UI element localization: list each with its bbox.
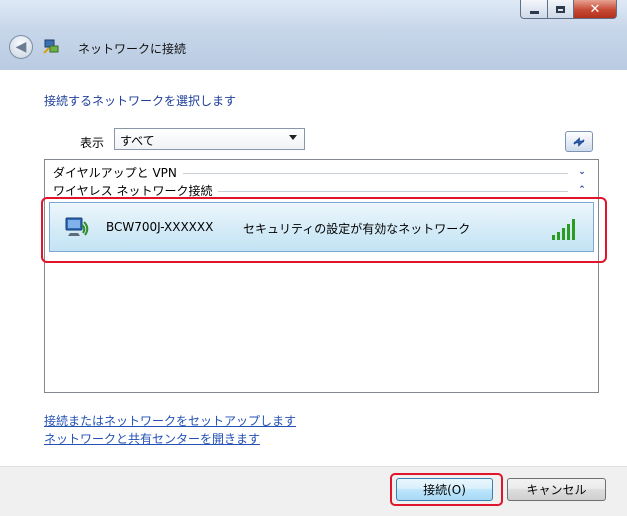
window-title: ネットワークに接続 xyxy=(78,42,187,56)
maximize-icon xyxy=(556,5,565,13)
network-connect-icon xyxy=(43,39,59,54)
content-area: 接続するネットワークを選択します 表示 すべて ダイヤルアップと VPN ⌄ ワ… xyxy=(0,70,627,466)
cancel-button[interactable]: キャンセル xyxy=(507,478,606,501)
show-filter-value: すべて xyxy=(120,134,155,148)
close-button[interactable]: ✕ xyxy=(574,0,617,19)
close-icon: ✕ xyxy=(589,1,601,17)
chevron-up-icon[interactable]: ⌃ xyxy=(574,185,590,195)
group-label: ダイヤルアップと VPN xyxy=(53,165,177,180)
refresh-icon xyxy=(573,136,585,147)
title-bar: ✕ ◀ ネットワークに接続 xyxy=(0,0,627,70)
network-list[interactable]: ダイヤルアップと VPN ⌄ ワイヤレス ネットワーク接続 ⌃ BCW700J-… xyxy=(44,159,599,393)
selection-highlight-annotation xyxy=(41,197,607,263)
group-label: ワイヤレス ネットワーク接続 xyxy=(53,183,213,198)
setup-connection-link[interactable]: 接続またはネットワークをセットアップします xyxy=(44,412,296,429)
back-button[interactable]: ◀ xyxy=(9,35,33,59)
minimize-icon xyxy=(529,10,539,14)
refresh-button[interactable] xyxy=(565,131,593,152)
back-arrow-icon: ◀ xyxy=(15,39,27,55)
page-heading: 接続するネットワークを選択します xyxy=(44,94,237,108)
group-dialup-vpn[interactable]: ダイヤルアップと VPN ⌄ xyxy=(53,164,590,180)
dropdown-arrow-icon xyxy=(289,135,297,140)
chevron-down-icon[interactable]: ⌄ xyxy=(574,167,590,177)
window-controls: ✕ xyxy=(520,0,617,20)
maximize-button[interactable] xyxy=(548,0,574,19)
show-label: 表示 xyxy=(80,136,105,150)
show-filter-dropdown[interactable]: すべて xyxy=(114,128,305,150)
group-wireless[interactable]: ワイヤレス ネットワーク接続 ⌃ xyxy=(53,182,590,198)
minimize-button[interactable] xyxy=(520,0,548,19)
connect-highlight-annotation xyxy=(390,473,503,506)
divider xyxy=(182,172,568,174)
divider xyxy=(218,190,568,192)
network-sharing-center-link[interactable]: ネットワークと共有センターを開きます xyxy=(44,430,260,447)
